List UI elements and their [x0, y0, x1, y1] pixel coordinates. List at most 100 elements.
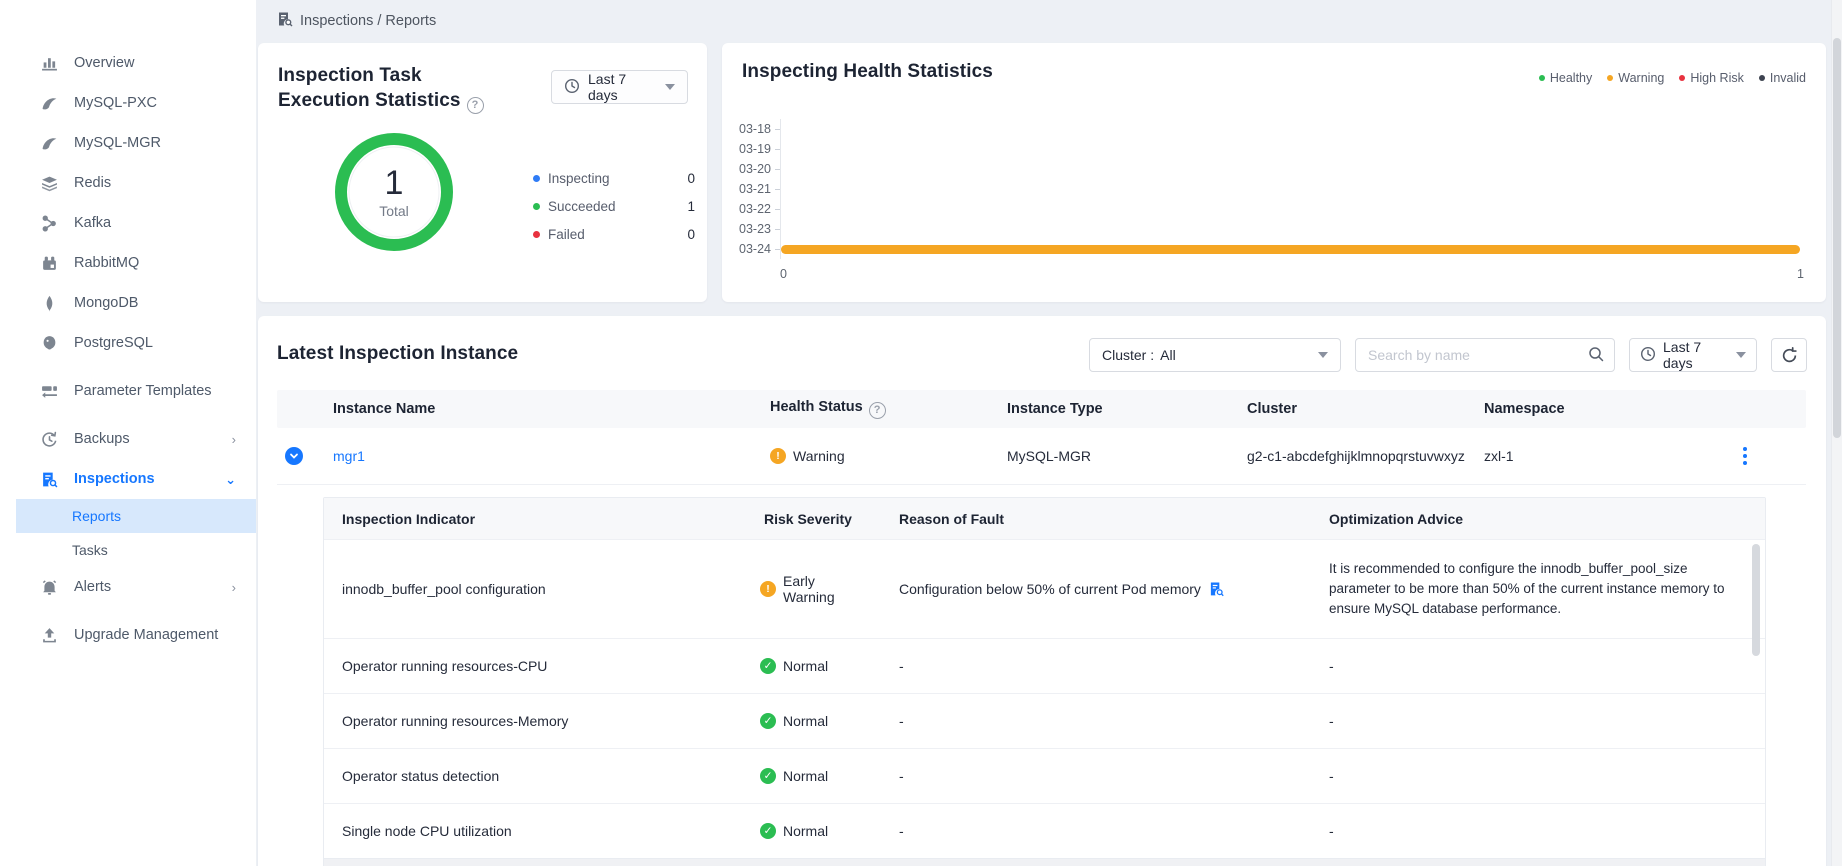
inspection-detail-table: Inspection Indicator Risk Severity Reaso… — [323, 497, 1766, 866]
health-bar-chart: 03-18 03-19 03-20 03-21 03-22 03-23 03-2… — [732, 119, 1804, 259]
severity-badge: Normal — [783, 713, 828, 729]
sidebar-item-label: Tasks — [72, 542, 108, 558]
layers-icon — [40, 174, 58, 192]
row-actions-menu[interactable] — [1730, 447, 1760, 465]
legend-dot — [1759, 75, 1765, 81]
legend-item-healthy: Healthy — [1539, 71, 1592, 85]
status-badge: Warning — [793, 448, 845, 464]
legend-dot — [1607, 75, 1613, 81]
sidebar-item-label: MongoDB — [74, 295, 236, 311]
sidebar-item-label: PostgreSQL — [74, 335, 236, 351]
chevron-right-icon: › — [232, 433, 236, 446]
sidebar-item-parameter-templates[interactable]: Parameter Templates — [0, 363, 256, 419]
leaf-icon — [40, 294, 58, 312]
sidebar-item-label: Kafka — [74, 215, 236, 231]
sidebar-item-redis[interactable]: Redis — [0, 163, 256, 203]
warning-bar-03-24[interactable] — [781, 245, 1800, 254]
bar-chart-icon — [40, 54, 58, 72]
instance-table-header: Instance Name Health Status Instance Typ… — [277, 390, 1806, 428]
task-stats-card: Inspection Task Execution Statistics Las… — [258, 43, 707, 302]
reason-text: - — [881, 694, 1311, 748]
x-tick-label: 0 — [780, 267, 787, 281]
sidebar-item-mysql-pxc[interactable]: MySQL-PXC — [0, 83, 256, 123]
sidebar-item-label: Alerts — [74, 579, 232, 595]
refresh-button[interactable] — [1771, 338, 1807, 372]
collapse-row-button[interactable] — [285, 447, 303, 465]
sidebar-item-mysql-mgr[interactable]: MySQL-MGR — [0, 123, 256, 163]
severity-badge: Normal — [783, 823, 828, 839]
y-tick-label: 03-19 — [732, 139, 780, 159]
instance-name-link[interactable]: mgr1 — [333, 448, 365, 464]
y-tick-label: 03-18 — [732, 119, 780, 139]
inspection-doc-icon — [277, 11, 293, 31]
detail-row-single-node-cpu: Single node CPU utilization Normal - - — [324, 803, 1765, 858]
y-tick-label: 03-22 — [732, 199, 780, 219]
detail-table-header: Inspection Indicator Risk Severity Reaso… — [324, 498, 1765, 539]
normal-check-icon — [760, 658, 776, 674]
reason-text: Configuration below 50% of current Pod m… — [899, 581, 1201, 597]
sidebar-item-rabbitmq[interactable]: RabbitMQ — [0, 243, 256, 283]
donut-total-value: 1 — [385, 166, 404, 200]
sidebar-item-reports[interactable]: Reports — [16, 499, 256, 533]
legend-item-warning: Warning — [1607, 71, 1664, 85]
advice-text: - — [1311, 639, 1765, 693]
advice-text: - — [1311, 804, 1765, 858]
severity-badge: Normal — [783, 658, 828, 674]
latest-inspection-card: Latest Inspection Instance Cluster : All — [258, 316, 1826, 866]
report-doc-icon[interactable] — [1209, 581, 1225, 597]
task-range-select[interactable]: Last 7 days — [551, 70, 688, 104]
legend-item-succeeded: Succeeded 1 — [533, 192, 695, 220]
cluster-filter-select[interactable]: Cluster : All — [1089, 338, 1341, 372]
task-range-value: Last 7 days — [588, 71, 657, 103]
chevron-down-icon — [1318, 352, 1328, 358]
help-icon[interactable] — [869, 402, 886, 419]
sidebar-item-upgrade-management[interactable]: Upgrade Management — [0, 607, 256, 663]
sidebar-item-label: Parameter Templates — [74, 381, 236, 401]
app-screen: Overview MySQL-PXC MySQL-MGR Redis Kafka — [0, 0, 1842, 866]
help-icon[interactable] — [467, 97, 484, 114]
early-warning-icon — [760, 581, 776, 597]
search-icon[interactable] — [1588, 346, 1604, 365]
legend-dot — [1679, 75, 1685, 81]
page-scrollbar-thumb[interactable] — [1833, 38, 1841, 438]
col-namespace: Namespace — [1484, 401, 1730, 417]
backup-icon — [40, 430, 58, 448]
legend-dot — [1539, 75, 1545, 81]
table-row-mgr1: mgr1 Warning MySQL-MGR g2-c1-abcdefghijk… — [277, 428, 1806, 485]
sidebar-item-mongodb[interactable]: MongoDB — [0, 283, 256, 323]
indicator-label: Operator status detection — [324, 749, 746, 803]
detail-row-operator-memory: Operator running resources-Memory Normal… — [324, 693, 1765, 748]
sidebar-item-kafka[interactable]: Kafka — [0, 203, 256, 243]
sidebar-item-alerts[interactable]: Alerts › — [0, 567, 256, 607]
sidebar-item-label: Redis — [74, 175, 236, 191]
search-input[interactable] — [1368, 347, 1588, 363]
instance-type-value: MySQL-MGR — [1007, 448, 1247, 464]
instance-range-select[interactable]: Last 7 days — [1629, 338, 1757, 372]
chevron-right-icon: › — [232, 581, 236, 594]
page-scrollbar[interactable] — [1831, 0, 1842, 866]
col-health-status: Health Status — [770, 399, 1007, 419]
normal-check-icon — [760, 823, 776, 839]
health-stats-title: Inspecting Health Statistics — [742, 61, 993, 83]
search-box — [1355, 338, 1615, 372]
chevron-down-icon: ⌄ — [225, 473, 236, 486]
health-stats-card: Inspecting Health Statistics Healthy War… — [722, 43, 1826, 302]
legend-item-failed: Failed 0 — [533, 220, 695, 248]
health-legend: Healthy Warning High Risk Invalid — [1539, 71, 1806, 85]
clock-icon — [1640, 346, 1656, 365]
sidebar-item-tasks[interactable]: Tasks — [0, 533, 256, 567]
col-instance-name: Instance Name — [333, 401, 770, 417]
network-icon — [40, 214, 58, 232]
detail-vertical-scrollbar[interactable] — [1752, 544, 1760, 656]
detail-horizontal-scrollbar[interactable] — [324, 858, 1765, 866]
x-tick-label: 1 — [1797, 267, 1804, 281]
inspection-icon — [40, 470, 58, 488]
sidebar-item-backups[interactable]: Backups › — [0, 419, 256, 459]
reason-text: - — [881, 639, 1311, 693]
sidebar-item-overview[interactable]: Overview — [0, 43, 256, 83]
y-tick-label: 03-21 — [732, 179, 780, 199]
sidebar-item-label: Upgrade Management — [74, 625, 236, 645]
indicator-label: Operator running resources-CPU — [324, 639, 746, 693]
sidebar-item-postgresql[interactable]: PostgreSQL — [0, 323, 256, 363]
sidebar-item-inspections[interactable]: Inspections ⌄ — [0, 459, 256, 499]
